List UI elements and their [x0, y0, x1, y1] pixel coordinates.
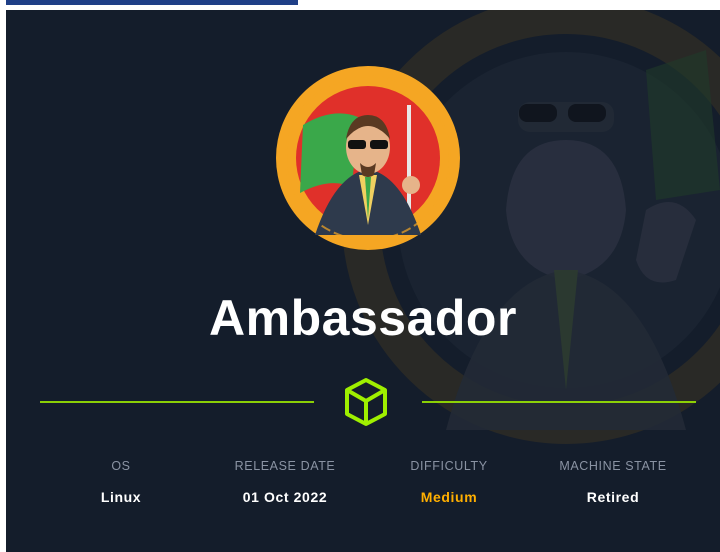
- stat-machine-state: MACHINE STATE Retired: [538, 459, 688, 505]
- machine-name: Ambassador: [209, 290, 517, 346]
- stat-label: OS: [111, 459, 131, 473]
- stat-value: Retired: [586, 489, 640, 505]
- stat-label: RELEASE DATE: [234, 459, 336, 473]
- stat-os: OS Linux: [46, 459, 196, 505]
- stat-label: MACHINE STATE: [559, 459, 667, 473]
- machine-card: Ambassador OS Linux RELEASE DATE 01 Oct …: [6, 10, 720, 552]
- stat-difficulty: DIFFICULTY Medium: [374, 459, 524, 505]
- stat-label: DIFFICULTY: [410, 459, 488, 473]
- difficulty-badge: Medium: [420, 489, 478, 505]
- divider-left: [40, 401, 314, 403]
- divider-right: [422, 401, 696, 403]
- stat-value: 01 Oct 2022: [242, 489, 328, 505]
- stat-value: Linux: [100, 489, 142, 505]
- top-header-bar: [6, 0, 298, 5]
- ambassador-avatar: [276, 66, 460, 250]
- stat-release-date: RELEASE DATE 01 Oct 2022: [210, 459, 360, 505]
- cube-icon: [345, 378, 387, 426]
